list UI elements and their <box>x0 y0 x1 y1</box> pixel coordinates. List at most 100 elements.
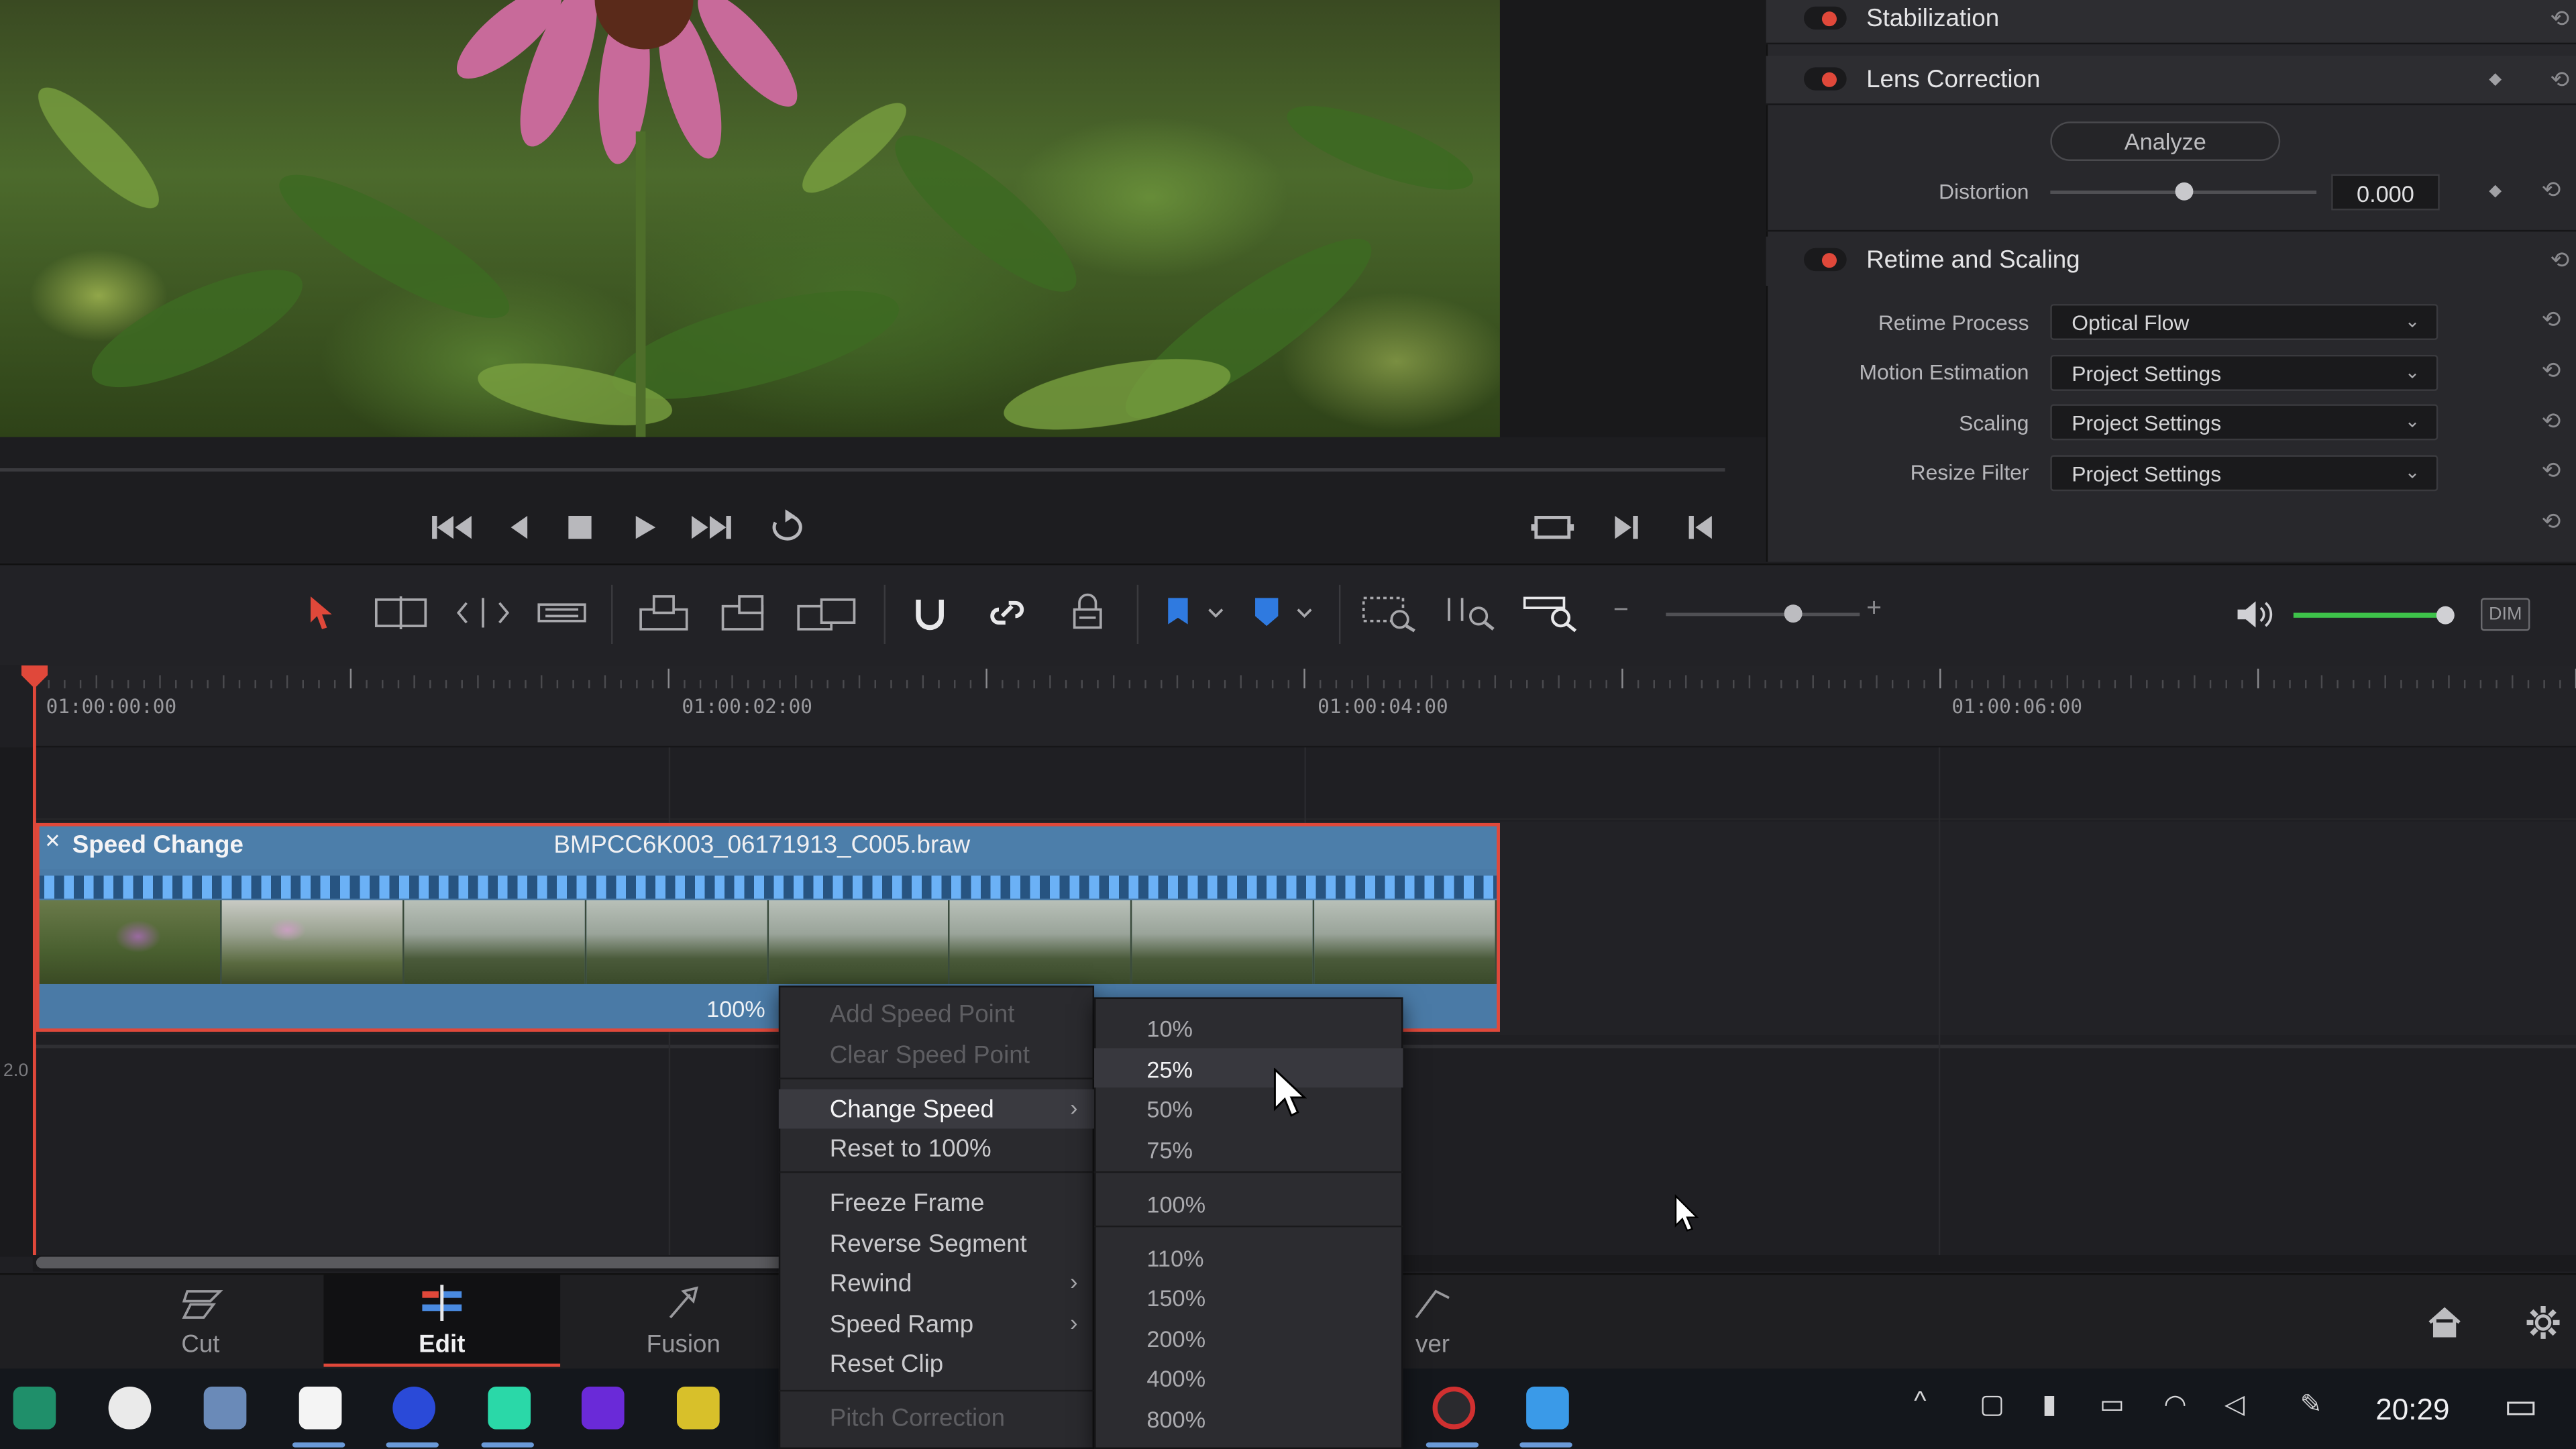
zoom-full-extent-icon[interactable] <box>1360 593 1419 633</box>
flag-icon[interactable] <box>1161 593 1227 633</box>
reset-icon[interactable]: ⟲ <box>2542 306 2570 334</box>
speed-option[interactable]: 800% <box>1094 1398 1403 1438</box>
insert-clip-icon[interactable] <box>634 593 693 633</box>
step-back-icon[interactable] <box>502 511 535 544</box>
taskbar-app-8[interactable] <box>663 1377 729 1442</box>
timeline-zoom-handle[interactable] <box>1783 604 1802 623</box>
retime-scaling-section-header[interactable]: Retime and Scaling ⟲ <box>1766 236 2576 286</box>
speed-option[interactable]: 400% <box>1094 1357 1403 1397</box>
page-tab-cut[interactable]: Cut <box>82 1275 319 1366</box>
context-menu-item[interactable]: Reset to 100% <box>779 1128 1094 1168</box>
taskbar-app-remote[interactable] <box>1513 1377 1579 1448</box>
playhead-handle-icon[interactable] <box>21 665 48 689</box>
play-icon[interactable] <box>628 511 661 544</box>
home-icon[interactable] <box>2426 1306 2463 1339</box>
analyze-button[interactable]: Analyze <box>2050 121 2281 162</box>
taskbar-app-5[interactable] <box>380 1377 445 1448</box>
taskbar-app-3[interactable] <box>191 1377 256 1442</box>
reset-icon[interactable]: ⟲ <box>2550 246 2569 274</box>
taskbar-app-resolve[interactable] <box>1419 1377 1485 1448</box>
zoom-custom-icon[interactable] <box>1521 593 1580 633</box>
notification-icon[interactable]: ▭ <box>2504 1385 2538 1428</box>
pen-icon[interactable]: ✎ <box>2300 1388 2322 1421</box>
context-menu-item[interactable]: Reset Clip <box>779 1344 1094 1383</box>
zoom-out-icon[interactable]: − <box>1613 596 1629 626</box>
position-lock-icon[interactable] <box>1068 593 1108 633</box>
reset-icon[interactable]: ⟲ <box>2550 5 2569 33</box>
retime-scaling-toggle[interactable] <box>1804 248 1847 272</box>
volume-slider-handle[interactable] <box>2436 606 2455 625</box>
context-menu-item[interactable]: Reverse Segment <box>779 1224 1094 1264</box>
volume-slider[interactable] <box>2293 612 2451 618</box>
playhead-line[interactable] <box>32 676 36 1256</box>
keyframe-diamond-icon[interactable]: ◆ <box>2489 70 2502 89</box>
viewer-scrubber[interactable] <box>0 468 1725 472</box>
speed-option[interactable]: 110% <box>1094 1237 1403 1277</box>
speed-option[interactable]: 50% <box>1094 1087 1403 1127</box>
scaling-dropdown[interactable]: Project Settings ⌄ <box>2050 404 2438 441</box>
reset-icon[interactable]: ⟲ <box>2550 66 2569 94</box>
trim-tool-icon[interactable] <box>371 593 430 633</box>
wifi-icon[interactable]: ◠ <box>2163 1388 2186 1421</box>
dynamic-trim-icon[interactable] <box>453 593 513 633</box>
replace-clip-icon[interactable] <box>795 593 857 633</box>
linked-selection-icon[interactable] <box>985 593 1028 633</box>
taskbar-clock[interactable]: 20:29 <box>2375 1393 2449 1428</box>
jump-to-start-icon[interactable] <box>427 511 476 544</box>
dim-button[interactable]: DIM <box>2480 598 2530 631</box>
reset-icon[interactable]: ⟲ <box>2542 407 2570 435</box>
speaker-icon[interactable]: ◁ <box>2224 1388 2245 1421</box>
match-frame-icon[interactable] <box>1529 511 1576 544</box>
distortion-slider-handle[interactable] <box>2175 182 2194 201</box>
volume-icon[interactable] <box>2235 596 2277 633</box>
page-tab-edit[interactable]: Edit <box>323 1275 561 1367</box>
reset-icon[interactable]: ⟲ <box>2542 176 2570 204</box>
close-icon[interactable]: ✕ <box>44 830 61 853</box>
zoom-in-icon[interactable]: + <box>1866 595 1882 625</box>
speed-option[interactable]: 10% <box>1094 1007 1403 1046</box>
context-menu-item[interactable]: Speed Ramp › <box>779 1305 1094 1344</box>
gear-icon[interactable] <box>2525 1305 2561 1341</box>
keyframe-diamond-icon[interactable]: ◆ <box>2489 182 2502 201</box>
stop-icon[interactable] <box>564 511 596 544</box>
timecode-ruler[interactable] <box>32 665 2576 748</box>
distortion-value-field[interactable]: 0.000 <box>2331 174 2440 211</box>
speed-option[interactable]: 75% <box>1094 1128 1403 1168</box>
taskbar-app-2[interactable] <box>95 1377 161 1442</box>
context-menu-item[interactable]: Rewind › <box>779 1263 1094 1303</box>
snapping-icon[interactable] <box>908 593 951 633</box>
speed-option[interactable]: 100% <box>1094 1183 1403 1222</box>
microphone-icon[interactable]: ▮ <box>2042 1388 2057 1421</box>
speed-option[interactable]: 200% <box>1094 1318 1403 1357</box>
selection-tool-icon[interactable] <box>306 593 339 633</box>
chevron-up-icon[interactable]: ^ <box>1914 1388 1926 1417</box>
devices-icon[interactable]: ▢ <box>1980 1388 2004 1421</box>
next-edit-icon[interactable] <box>1610 511 1643 544</box>
taskbar-app-notion[interactable] <box>286 1377 352 1448</box>
reset-icon[interactable]: ⟲ <box>2542 508 2570 536</box>
timeline-zoom-slider[interactable] <box>1666 612 1860 616</box>
stabilization-section-header[interactable]: Stabilization ⟲ <box>1766 0 2576 45</box>
reset-icon[interactable]: ⟲ <box>2542 356 2570 384</box>
timeline-scrollbar-thumb[interactable] <box>36 1256 792 1269</box>
taskbar-app-7[interactable] <box>568 1377 634 1442</box>
lens-correction-section-header[interactable]: Lens Correction ◆ ⟲ <box>1766 56 2576 105</box>
battery-icon[interactable]: ▭ <box>2100 1388 2125 1421</box>
taskbar-app-6[interactable] <box>475 1377 541 1448</box>
page-tab-fusion[interactable]: Fusion <box>565 1275 802 1366</box>
overwrite-clip-icon[interactable] <box>716 593 772 633</box>
viewer-frame[interactable] <box>0 0 1500 437</box>
resize-filter-dropdown[interactable]: Project Settings ⌄ <box>2050 455 2438 492</box>
speed-option[interactable]: 25% <box>1094 1048 1403 1088</box>
loop-icon[interactable] <box>765 509 812 545</box>
retime-process-dropdown[interactable]: Optical Flow ⌄ <box>2050 304 2438 340</box>
previous-edit-icon[interactable] <box>1684 511 1717 544</box>
speed-option[interactable]: 150% <box>1094 1277 1403 1316</box>
zoom-detail-icon[interactable] <box>1442 593 1501 633</box>
reset-icon[interactable]: ⟲ <box>2542 457 2570 485</box>
motion-estimation-dropdown[interactable]: Project Settings ⌄ <box>2050 354 2438 391</box>
marker-icon[interactable] <box>1248 593 1318 633</box>
lens-correction-toggle[interactable] <box>1804 67 1847 91</box>
jump-to-end-icon[interactable] <box>687 511 736 544</box>
stabilization-toggle[interactable] <box>1804 6 1847 30</box>
